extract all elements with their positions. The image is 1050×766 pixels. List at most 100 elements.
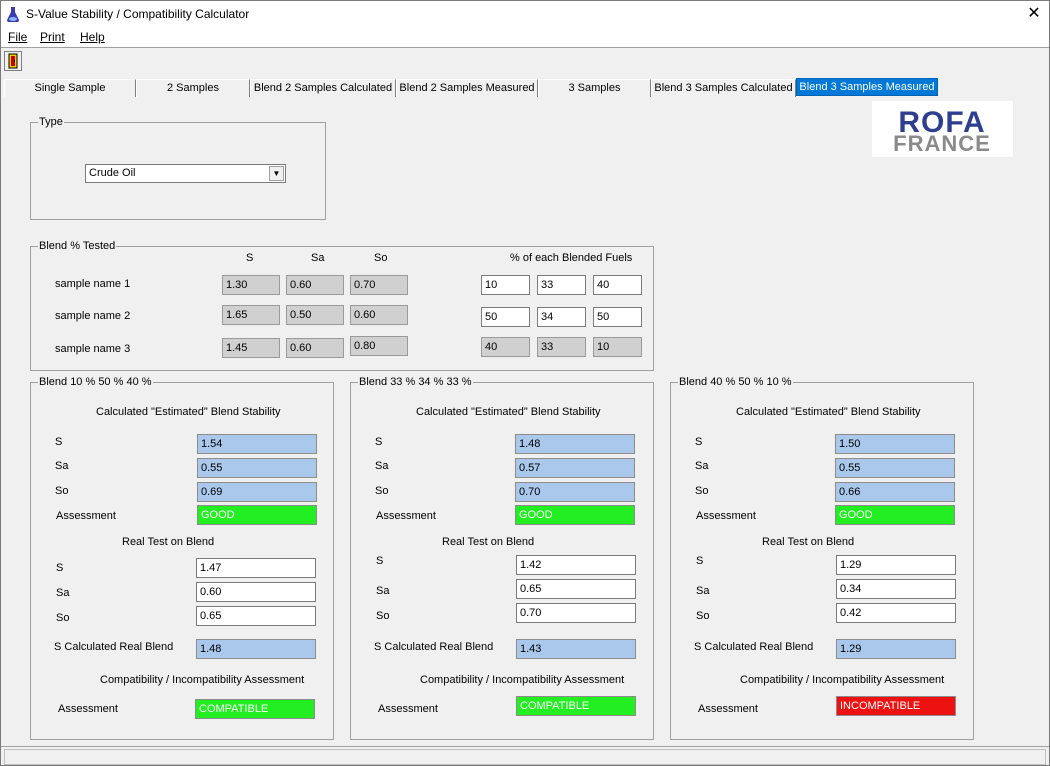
menu-print[interactable]: Print bbox=[40, 30, 65, 44]
sample-name-3: sample name 3 bbox=[55, 343, 131, 355]
real-sa-input[interactable]: 0.60 bbox=[196, 582, 316, 602]
sample1-s: 1.30 bbox=[222, 275, 280, 295]
calc-sa-label: Sa bbox=[55, 460, 69, 472]
menu-bar: File Print Help bbox=[1, 28, 1049, 47]
blend-panel-1-title: Blend 10 % 50 % 40 % bbox=[38, 376, 153, 388]
calc-so-label: So bbox=[695, 485, 709, 497]
s-calc-real-value: 1.48 bbox=[196, 639, 316, 659]
sample2-so: 0.60 bbox=[350, 305, 408, 325]
calc-assessment-badge: GOOD bbox=[835, 505, 955, 525]
real-test-header: Real Test on Blend bbox=[442, 536, 535, 548]
real-test-header: Real Test on Blend bbox=[762, 536, 855, 548]
status-bar bbox=[1, 746, 1049, 766]
real-sa-input[interactable]: 0.65 bbox=[516, 579, 636, 599]
calc-so-label: So bbox=[375, 485, 389, 497]
calc-so-value: 0.70 bbox=[515, 482, 635, 502]
real-so-label: So bbox=[376, 610, 390, 622]
real-sa-input[interactable]: 0.34 bbox=[836, 579, 956, 599]
sample-name-2: sample name 2 bbox=[55, 310, 131, 322]
calc-header: Calculated "Estimated" Blend Stability bbox=[416, 406, 601, 418]
type-group-title: Type bbox=[38, 116, 64, 128]
calc-so-value: 0.66 bbox=[835, 482, 955, 502]
compat-assessment-badge: COMPATIBLE bbox=[516, 696, 636, 716]
calc-sa-label: Sa bbox=[695, 460, 709, 472]
real-so-input[interactable]: 0.42 bbox=[836, 603, 956, 623]
fuel2-pct-blend1[interactable]: 50 bbox=[481, 307, 530, 327]
real-s-input[interactable]: 1.47 bbox=[196, 558, 316, 578]
s-calc-real-label: S Calculated Real Blend bbox=[694, 641, 814, 653]
calc-sa-value: 0.57 bbox=[515, 458, 635, 478]
real-test-header: Real Test on Blend bbox=[122, 536, 215, 548]
close-button[interactable]: ✕ bbox=[1019, 1, 1049, 28]
menu-help[interactable]: Help bbox=[80, 30, 105, 44]
menu-file[interactable]: File bbox=[8, 30, 27, 44]
exit-toolbar-button[interactable] bbox=[4, 51, 22, 71]
svg-text:FRANCE: FRANCE bbox=[893, 131, 991, 156]
calc-assessment-badge: GOOD bbox=[515, 505, 635, 525]
tab-blend-3-calculated[interactable]: Blend 3 Samples Calculated bbox=[651, 79, 796, 97]
real-sa-label: Sa bbox=[56, 587, 70, 599]
compat-assessment-badge: COMPATIBLE bbox=[195, 699, 315, 719]
tab-blend-2-calculated[interactable]: Blend 2 Samples Calculated bbox=[250, 79, 396, 97]
blend-panel-3-title: Blend 40 % 50 % 10 % bbox=[678, 376, 793, 388]
real-sa-label: Sa bbox=[696, 585, 710, 597]
real-s-label: S bbox=[56, 562, 64, 574]
real-s-input[interactable]: 1.42 bbox=[516, 555, 636, 575]
s-calc-real-value: 1.43 bbox=[516, 639, 636, 659]
tab-2-samples[interactable]: 2 Samples bbox=[136, 79, 250, 97]
type-dropdown[interactable]: Crude Oil ▼ bbox=[85, 164, 286, 183]
blend-panel-3: Blend 40 % 50 % 10 % Calculated "Estimat… bbox=[670, 376, 974, 740]
title-bar: S-Value Stability / Compatibility Calcul… bbox=[1, 1, 1049, 28]
fuels-header: % of each Blended Fuels bbox=[510, 252, 633, 264]
calc-s-value: 1.48 bbox=[515, 434, 635, 454]
compat-assessment-badge: INCOMPATIBLE bbox=[836, 696, 956, 716]
calc-assessment-label: Assessment bbox=[56, 510, 116, 522]
window-title: S-Value Stability / Compatibility Calcul… bbox=[26, 7, 250, 21]
col-header-sa: Sa bbox=[311, 252, 325, 264]
toolbar-separator bbox=[1, 47, 1049, 48]
calc-assessment-badge: GOOD bbox=[197, 505, 317, 525]
s-calc-real-label: S Calculated Real Blend bbox=[54, 641, 174, 653]
tab-blend-3-measured[interactable]: Blend 3 Samples Measured bbox=[796, 78, 938, 96]
real-s-label: S bbox=[696, 555, 704, 567]
calc-s-label: S bbox=[695, 436, 703, 448]
col-header-s: S bbox=[246, 252, 254, 264]
sample-name-1: sample name 1 bbox=[55, 278, 131, 290]
tab-single-sample[interactable]: Single Sample bbox=[4, 79, 136, 97]
calc-s-label: S bbox=[375, 436, 383, 448]
fuel2-pct-blend3[interactable]: 50 bbox=[593, 307, 642, 327]
sample2-sa: 0.50 bbox=[286, 305, 344, 325]
real-so-input[interactable]: 0.65 bbox=[196, 606, 316, 626]
calc-so-value: 0.69 bbox=[197, 482, 317, 502]
chevron-down-icon[interactable]: ▼ bbox=[269, 166, 284, 181]
fuel2-pct-blend2[interactable]: 34 bbox=[537, 307, 586, 327]
real-so-input[interactable]: 0.70 bbox=[516, 603, 636, 623]
flask-icon bbox=[6, 7, 20, 23]
sample2-s: 1.65 bbox=[222, 305, 280, 325]
sample3-so: 0.80 bbox=[350, 336, 408, 356]
fuel1-pct-blend3[interactable]: 40 bbox=[593, 275, 642, 295]
fuel1-pct-blend2[interactable]: 33 bbox=[537, 275, 586, 295]
compat-assessment-label: Assessment bbox=[698, 703, 758, 715]
fuel1-pct-blend1[interactable]: 10 bbox=[481, 275, 530, 295]
blend-tested-title: Blend % Tested bbox=[38, 240, 117, 252]
app-window: S-Value Stability / Compatibility Calcul… bbox=[0, 0, 1050, 766]
fuel3-pct-blend2: 33 bbox=[537, 337, 586, 357]
s-calc-real-value: 1.29 bbox=[836, 639, 956, 659]
tab-3-samples[interactable]: 3 Samples bbox=[538, 79, 651, 97]
real-s-label: S bbox=[376, 555, 384, 567]
compat-assessment-label: Assessment bbox=[378, 703, 438, 715]
real-so-label: So bbox=[56, 612, 70, 624]
real-s-input[interactable]: 1.29 bbox=[836, 555, 956, 575]
blend-panel-2: Blend 33 % 34 % 33 % Calculated "Estimat… bbox=[350, 376, 654, 740]
calc-sa-value: 0.55 bbox=[197, 458, 317, 478]
calc-sa-value: 0.55 bbox=[835, 458, 955, 478]
calc-assessment-label: Assessment bbox=[376, 510, 436, 522]
tab-blend-2-measured[interactable]: Blend 2 Samples Measured bbox=[396, 79, 538, 97]
sample3-s: 1.45 bbox=[222, 338, 280, 358]
blend-panel-1: Blend 10 % 50 % 40 % Calculated "Estimat… bbox=[30, 376, 334, 740]
type-dropdown-value: Crude Oil bbox=[89, 167, 136, 179]
s-calc-real-label: S Calculated Real Blend bbox=[374, 641, 494, 653]
sample3-sa: 0.60 bbox=[286, 338, 344, 358]
compat-header: Compatibility / Incompatibility Assessme… bbox=[740, 674, 945, 686]
